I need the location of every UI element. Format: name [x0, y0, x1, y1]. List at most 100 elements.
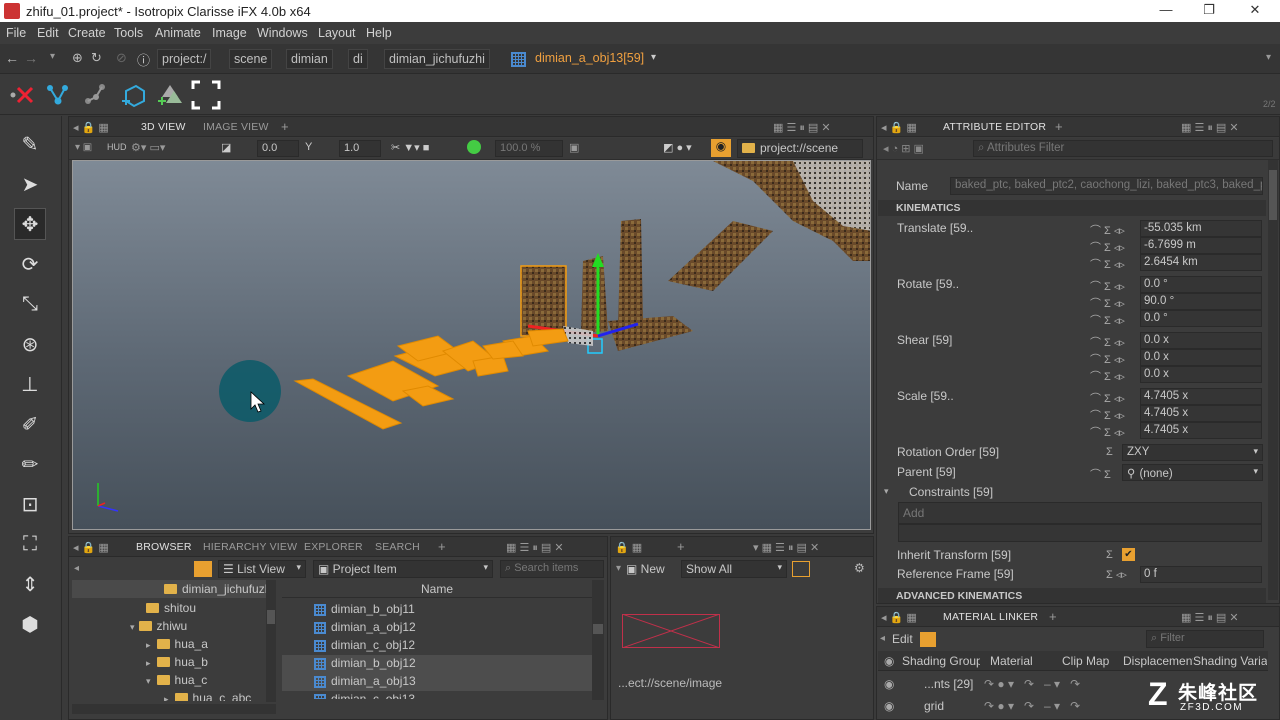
image-thumbnail-toggle-icon[interactable]: [792, 561, 810, 577]
move-tool-icon[interactable]: ✥: [14, 208, 46, 240]
rotation-order-select[interactable]: ZXY ▾: [1122, 444, 1263, 461]
item-type-select[interactable]: ▣ Project Item ▾: [313, 560, 493, 578]
create-group-icon[interactable]: [118, 81, 148, 111]
image-settings-icon[interactable]: ⚙: [854, 561, 865, 575]
menu-animate[interactable]: Animate: [155, 26, 201, 40]
floor-tiles[interactable]: [293, 328, 569, 430]
col-shading-group[interactable]: Shading Group: [902, 654, 980, 668]
constraints-add-field[interactable]: Add: [898, 502, 1262, 524]
translate-controls-icon[interactable]: ⌒ Σ ◃▹: [1090, 239, 1125, 255]
zoom-field[interactable]: 100.0 %: [495, 140, 563, 157]
display-mode-icon[interactable]: ⚙▾ ▭▾: [131, 141, 165, 154]
parent-select[interactable]: ⚲ (none) ▾: [1122, 464, 1263, 481]
attr-tool-icons[interactable]: ◂ ◔ ⊞ ▣: [883, 142, 924, 155]
material-slot-icons[interactable]: ↷ ● ▾ ↷ ‒ ▾ ↷: [984, 677, 1080, 691]
panel-layout-icons[interactable]: ▦ ☰ ⏸ ▤ ✕: [773, 121, 831, 135]
tree-item-dimian-jichufuzhi[interactable]: dimian_jichufuzhi: [164, 582, 274, 596]
rotate-controls-icon[interactable]: ⌒ Σ ◃▹: [1090, 278, 1125, 294]
transform-tool-icon[interactable]: ⊛: [14, 328, 46, 360]
create-tree-icon[interactable]: [156, 81, 186, 111]
rotate-controls-icon[interactable]: ⌒ Σ ◃▹: [1090, 312, 1125, 328]
crumb-dimian-jichufuzhi[interactable]: dimian_jichufuzhi: [384, 49, 490, 69]
panel-lock-icon[interactable]: ◂ 🔒 ▦: [73, 121, 109, 134]
maximize-button[interactable]: ❐: [1189, 2, 1229, 20]
menu-create[interactable]: Create: [68, 26, 106, 40]
menu-layout[interactable]: Layout: [318, 26, 356, 40]
camera-icons[interactable]: ◩ ● ▾: [663, 141, 692, 154]
rotate-y-field[interactable]: 90.0 °: [1140, 293, 1262, 310]
back-arrow-icon[interactable]: ←: [5, 50, 19, 66]
list-item[interactable]: dimian_a_obj13: [282, 673, 592, 691]
tab-hierarchy-view[interactable]: HIERARCHY VIEW: [203, 541, 297, 553]
exposure-field[interactable]: 0.0: [257, 140, 299, 157]
attr-lock-icon[interactable]: ◂ 🔒 ▦: [881, 121, 917, 134]
tab-search[interactable]: SEARCH: [375, 541, 420, 553]
forward-arrow-icon[interactable]: →: [24, 50, 38, 66]
tab-attribute-editor[interactable]: ATTRIBUTE EDITOR: [943, 121, 1046, 133]
panel-layout-icons[interactable]: ▾ ▦ ☰ ⏸ ▤ ✕: [753, 541, 819, 555]
tree-item-hua-b[interactable]: ▸ hua_b: [146, 655, 208, 669]
crumb-scene[interactable]: scene: [229, 49, 273, 69]
fit-tool-icon[interactable]: ⛶: [14, 528, 46, 560]
collapse-icon[interactable]: ▾: [884, 486, 889, 497]
image-collapse-icon[interactable]: ▾: [616, 563, 621, 574]
minimize-button[interactable]: —: [1146, 2, 1186, 20]
tree-item-hua-c-abc[interactable]: ▸ hua_c_abc: [164, 691, 251, 701]
panel-lock-icon[interactable]: 🔒 ▦: [615, 541, 642, 554]
col-material[interactable]: Material: [990, 654, 1033, 668]
shear-controls-icon[interactable]: ⌒ Σ ◃▹: [1090, 351, 1125, 367]
translate-controls-icon[interactable]: ⌒ Σ ◃▹: [1090, 256, 1125, 272]
isolate-icon[interactable]: [44, 81, 72, 109]
shading-tool-icon[interactable]: ⬢: [14, 608, 46, 640]
tab-browser[interactable]: BROWSER: [136, 541, 192, 553]
reference-frame-field[interactable]: 0 f: [1140, 566, 1262, 583]
context-selector[interactable]: project://scene: [737, 139, 863, 158]
list-item[interactable]: dimian_c_obj13: [282, 691, 592, 699]
crumb-project[interactable]: project:/: [157, 49, 212, 69]
ruler-tool-icon[interactable]: ⇕: [14, 568, 46, 600]
tab-image-view[interactable]: IMAGE VIEW: [203, 121, 269, 133]
scale-z-field[interactable]: 4.7405 x: [1140, 422, 1262, 439]
selected-object[interactable]: [520, 265, 567, 337]
3d-viewport[interactable]: [72, 160, 871, 530]
rotate-controls-icon[interactable]: ⌒ Σ ◃▹: [1090, 295, 1125, 311]
menu-windows[interactable]: Windows: [257, 26, 308, 40]
attributes-filter[interactable]: ⌕ Attributes Filter: [973, 140, 1273, 157]
tree-item-shitou[interactable]: shitou: [146, 601, 196, 615]
menu-edit[interactable]: Edit: [37, 26, 59, 40]
scale-y-field[interactable]: 4.7405 x: [1140, 405, 1262, 422]
tools-filter-icons[interactable]: ✂ ▼▾ ■: [391, 141, 429, 154]
sum-icon[interactable]: Σ: [1106, 549, 1113, 561]
add-tab-icon[interactable]: +: [281, 119, 289, 134]
browser-folder-toggle-icon[interactable]: [194, 561, 212, 577]
column-header-name[interactable]: Name: [282, 580, 592, 598]
col-displacement[interactable]: Displacement: [1123, 654, 1193, 668]
tree-hscrollbar[interactable]: [72, 704, 276, 714]
tree-item-hua-a[interactable]: ▸ hua_a: [146, 637, 208, 651]
col-shading-variable[interactable]: Shading Variab: [1193, 654, 1267, 668]
translate-y-field[interactable]: -6.7699 m: [1140, 237, 1262, 254]
list-item[interactable]: dimian_b_obj12: [282, 655, 592, 673]
lock-icon[interactable]: ⊘: [116, 50, 127, 66]
panel-layout-icons[interactable]: ▦ ☰ ⏸ ▤ ✕: [1181, 611, 1239, 625]
list-item[interactable]: dimian_b_obj11: [282, 601, 592, 619]
advanced-kinematics-section[interactable]: ADVANCED KINEMATICS: [878, 588, 1266, 603]
material-slot-icons[interactable]: ↷ ● ▾ ↷ ‒ ▾ ↷: [984, 699, 1080, 713]
hide-icon[interactable]: [82, 81, 110, 109]
add-tab-icon[interactable]: +: [1055, 119, 1063, 134]
list-item[interactable]: dimian_a_obj12: [282, 619, 592, 637]
translate-z-field[interactable]: 2.6454 km: [1140, 254, 1262, 271]
inherit-transform-checkbox[interactable]: ✔: [1122, 548, 1135, 561]
tree-item-zhiwu[interactable]: ▾ zhiwu: [130, 619, 187, 633]
parent-controls-icon[interactable]: ⌒ Σ: [1090, 466, 1111, 482]
tree-scrollbar[interactable]: [266, 580, 276, 702]
menu-file[interactable]: File: [6, 26, 26, 40]
browser-up-icon[interactable]: ◂: [74, 563, 79, 574]
snapshot-icon[interactable]: ▣: [569, 141, 579, 154]
empty-image-thumbnail[interactable]: [622, 614, 720, 648]
panel-layout-icons[interactable]: ▦ ☰ ⏸ ▤ ✕: [1181, 121, 1239, 135]
sum-icon[interactable]: Σ: [1106, 446, 1113, 458]
kinematics-section[interactable]: KINEMATICS: [878, 200, 1266, 216]
ref-frame-controls-icon[interactable]: Σ ◃▹: [1106, 568, 1127, 581]
refresh-icon[interactable]: ↻: [91, 50, 102, 66]
